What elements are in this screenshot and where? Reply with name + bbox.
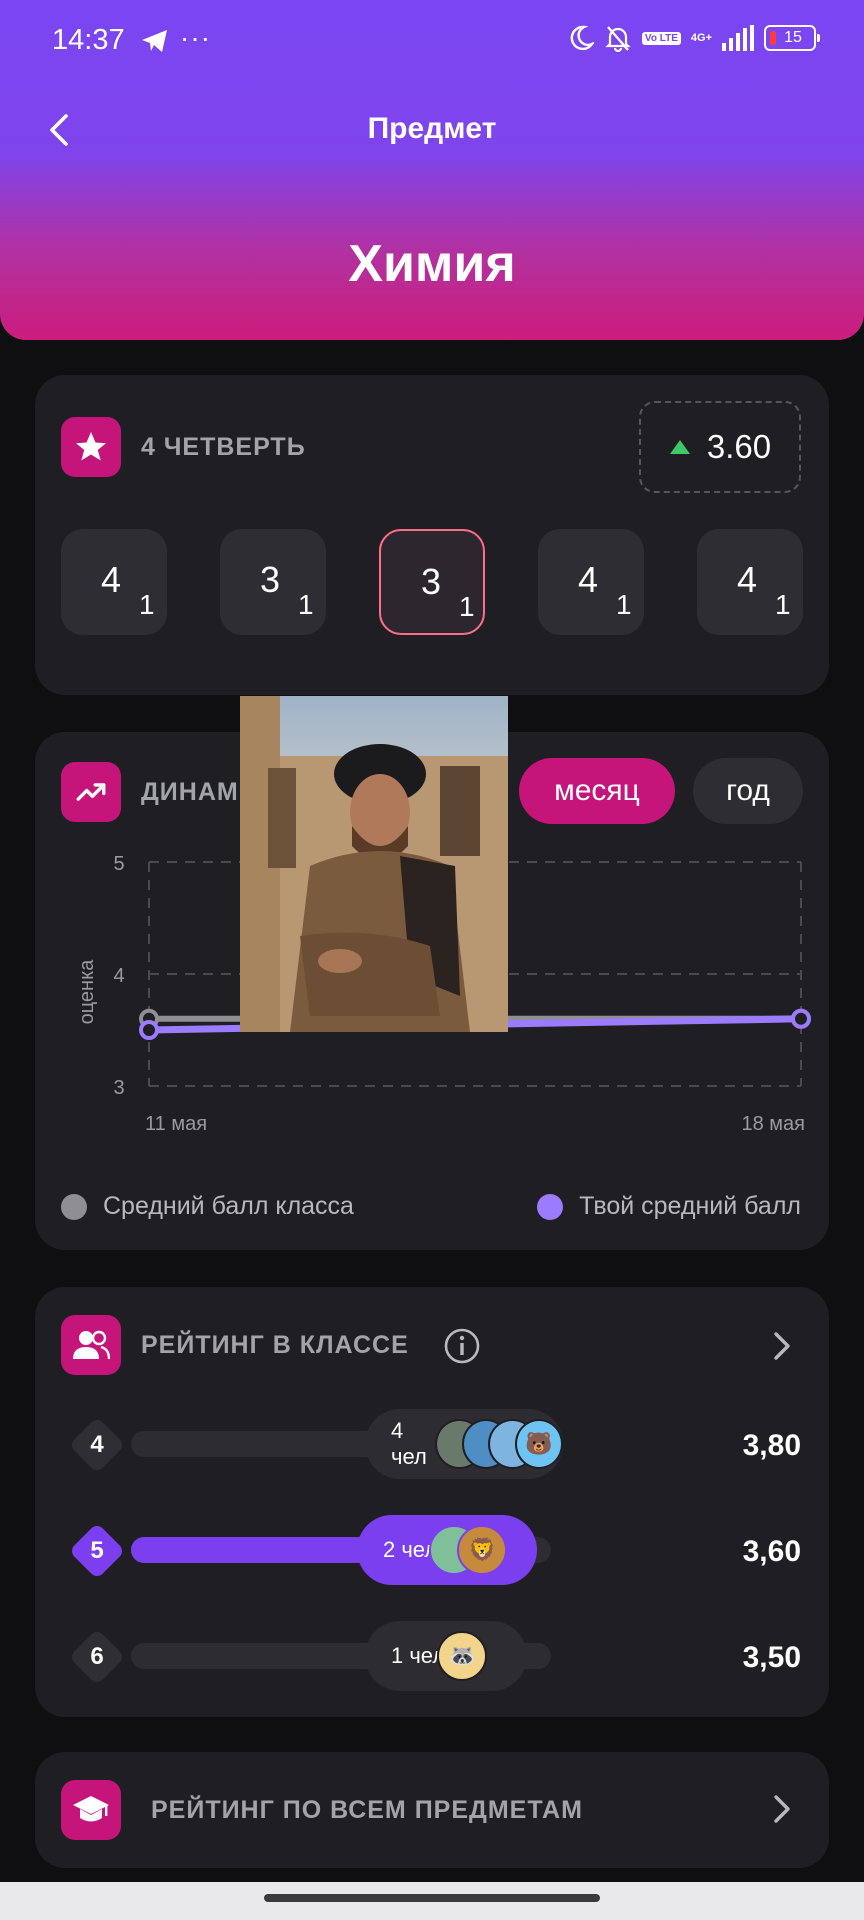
class-rating-card[interactable]: РЕЙТИНГ В КЛАССЕ 4 4 чел 🐻 3,80 5 2 чел …: [35, 1287, 829, 1717]
grade-chip[interactable]: 41: [697, 529, 803, 635]
status-overflow: ···: [180, 22, 211, 53]
grade-chip[interactable]: 41: [538, 529, 644, 635]
lion-avatar-icon: 🦁: [457, 1525, 508, 1575]
graduation-cap-icon: [61, 1780, 121, 1840]
legend-mine-label: Твой средний балл: [579, 1192, 801, 1220]
chart-ylabel: оценка: [76, 959, 98, 1025]
trend-up-icon: [669, 440, 690, 454]
quarter-label: 4 ЧЕТВЕРТЬ: [141, 433, 306, 461]
grade-value: 4: [101, 559, 122, 600]
rating-score: 3,80: [742, 1429, 801, 1462]
moon-icon: [570, 25, 594, 51]
rating-pill[interactable]: 4 чел 🐻: [365, 1409, 563, 1479]
rank-number: 5: [90, 1537, 104, 1564]
raccoon-avatar-icon: 🦝: [437, 1631, 488, 1681]
dynamics-label: ДИНАМ: [141, 778, 239, 806]
overlay-photo: [240, 696, 508, 1032]
rank-number: 6: [90, 1643, 104, 1670]
rating-score: 3,60: [742, 1535, 801, 1568]
status-icons: Vo LTE 4G+ 15: [568, 24, 820, 52]
rating-score: 3,50: [742, 1641, 801, 1674]
grades-list: 41 31 31 41 41: [61, 529, 803, 635]
page-title: Предмет: [367, 112, 497, 145]
grade-chip[interactable]: 41: [61, 529, 167, 635]
status-bar: 14:37 ··· Vo LTE 4G+ 15: [0, 0, 864, 84]
legend-class: Средний балл класса: [61, 1192, 354, 1221]
legend-class-dot: [61, 1193, 87, 1220]
y-tick-label: 3: [113, 1077, 124, 1099]
trending-up-icon: [61, 762, 121, 822]
photo-illustration: [240, 696, 508, 1032]
quarter-average: 3.60: [639, 401, 801, 493]
users-icon: [61, 1315, 121, 1375]
subject-title: Химия: [348, 235, 516, 293]
rating-pill[interactable]: 1 чел 🦝: [365, 1621, 527, 1691]
grade-weight: 1: [139, 589, 155, 620]
y-tick-label: 4: [113, 965, 124, 987]
legend-class-label: Средний балл класса: [103, 1192, 354, 1220]
grade-chip[interactable]: 31: [220, 529, 326, 635]
grade-weight: 1: [775, 589, 791, 620]
grade-weight: 1: [298, 589, 314, 620]
star-icon: [61, 417, 121, 477]
battery-level: 15: [784, 29, 802, 46]
series-point: [791, 1008, 811, 1029]
header: 14:37 ··· Vo LTE 4G+ 15 Предмет Химия: [0, 0, 864, 340]
segment-year[interactable]: год: [693, 758, 803, 824]
chevron-right-icon[interactable]: [769, 1792, 795, 1826]
grade-value: 3: [260, 559, 281, 600]
chevron-right-icon[interactable]: [769, 1329, 795, 1363]
signal-icon: [722, 25, 754, 51]
segment-month[interactable]: месяц: [519, 758, 675, 824]
rank-number: 4: [90, 1431, 104, 1458]
grade-value: 3: [421, 561, 442, 602]
chart-x-ticks: 11 мая 18 мая: [145, 1113, 805, 1135]
home-indicator[interactable]: [264, 1894, 600, 1902]
status-time: 14:37: [52, 24, 125, 56]
quarter-card: 4 ЧЕТВЕРТЬ 3.60 41 31 31 41 41: [35, 375, 829, 695]
grade-chip-selected[interactable]: 31: [379, 529, 485, 635]
legend-mine: Твой средний балл: [537, 1192, 801, 1221]
x-tick-label: 18 мая: [741, 1113, 805, 1135]
grade-weight: 1: [616, 589, 632, 620]
all-subjects-label: РЕЙТИНГ ПО ВСЕМ ПРЕДМЕТАМ: [151, 1796, 583, 1824]
battery-indicator: 15: [764, 25, 820, 51]
bear-avatar-icon: 🐻: [514, 1419, 563, 1469]
grade-value: 4: [578, 559, 599, 600]
rating-pill-highlight[interactable]: 2 чел 🦁: [357, 1515, 537, 1585]
average-value: 3.60: [706, 428, 772, 465]
info-icon[interactable]: [443, 1327, 481, 1365]
y-tick-label: 5: [113, 853, 124, 875]
telegram-icon: [142, 30, 167, 52]
series-point: [139, 1020, 159, 1040]
chart-y-ticks: 5 4 3: [113, 853, 124, 1099]
x-tick-label: 11 мая: [145, 1113, 207, 1135]
bell-off-icon: [605, 26, 631, 52]
grade-value: 4: [737, 559, 758, 600]
network-type: 4G+: [690, 32, 712, 44]
volte-badge: Vo LTE: [641, 31, 681, 45]
grade-weight: 1: [459, 591, 475, 622]
class-rating-label: РЕЙТИНГ В КЛАССЕ: [141, 1331, 409, 1359]
legend-mine-dot: [537, 1193, 564, 1220]
all-subjects-card[interactable]: РЕЙТИНГ ПО ВСЕМ ПРЕДМЕТАМ: [35, 1752, 829, 1868]
